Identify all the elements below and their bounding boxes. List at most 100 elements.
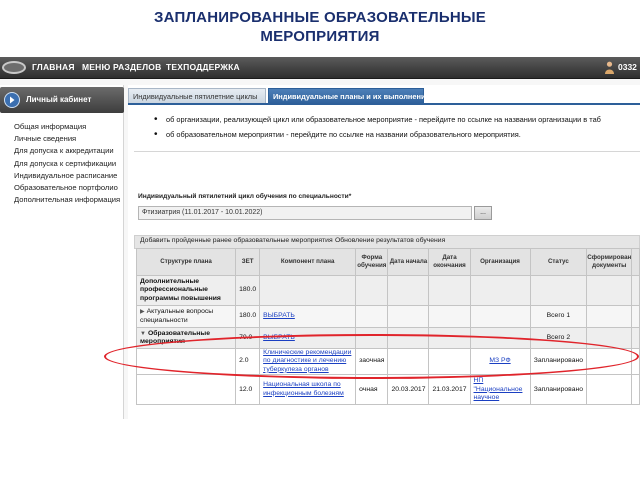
row-structure[interactable]: ▶ Актуальные вопросы специальности — [135, 305, 237, 328]
tab-five-year-cycles[interactable]: Индивидуальные пятилетние циклы — [128, 88, 266, 104]
sidebar-item-schedule[interactable]: Индивидуальное расписание — [14, 170, 120, 182]
slide-title-line-1: ЗАПЛАНИРОВАННЫЕ ОБРАЗОВАТЕЛЬНЫЕ — [154, 9, 486, 26]
personal-cabinet-label: Личный кабинет — [26, 95, 92, 104]
select-link[interactable]: ВЫБРАТЬ — [263, 312, 295, 319]
col-component[interactable]: Компонент плана — [259, 248, 357, 276]
row-start: 20.03.2017 — [387, 374, 430, 406]
table-header-row: Структуре плана ЗЕТ Компонент плана Форм… — [135, 248, 640, 276]
col-extra — [631, 248, 640, 276]
row-structure — [135, 347, 237, 376]
col-documents[interactable]: Сформирован документы — [586, 248, 633, 276]
row-zet: 180.0 — [235, 305, 261, 328]
row-start — [387, 275, 430, 306]
row-org: НП "Национальное научное — [469, 374, 531, 406]
sidebar-item-certification[interactable]: Для допуска к сертификации — [14, 158, 120, 170]
row-end — [428, 305, 471, 328]
divider — [134, 151, 640, 152]
row-extra — [631, 305, 640, 328]
tab-individual-plans[interactable]: Индивидуальные планы и их выполнение — [268, 88, 430, 104]
collapse-triangle-icon[interactable]: ▼ — [140, 331, 146, 337]
subtab-update-results[interactable]: Обновление результатов обучения — [335, 237, 445, 244]
portal-logo-icon[interactable] — [2, 61, 26, 74]
row-docs — [586, 275, 633, 306]
user-code[interactable]: 0332 — [618, 62, 637, 72]
sidebar-item-general-info[interactable]: Общая информация — [14, 121, 120, 133]
table-row: ▼ Образовательные мероприятия 70.0 ВЫБРАТ… — [135, 327, 640, 349]
row-structure[interactable]: ▼ Образовательные мероприятия — [135, 327, 237, 349]
row-structure-text: Образовательные мероприятия — [140, 329, 210, 345]
row-zet: 12.0 — [235, 374, 261, 406]
row-org: МЗ РФ — [469, 347, 531, 376]
row-docs — [586, 347, 633, 376]
row-start — [387, 305, 430, 328]
row-form: заочная — [355, 347, 389, 376]
subtab-add-past-events[interactable]: Добавить пройденные ранее образовательны… — [140, 237, 333, 244]
row-zet: 2.0 — [235, 347, 261, 376]
table-row: 12.0 Национальная школа по инфекционным … — [135, 374, 640, 406]
plan-select[interactable]: Фтизиатрия (11.01.2017 - 10.01.2022) — [138, 206, 472, 220]
row-extra — [631, 347, 640, 376]
row-start — [387, 327, 430, 349]
event-link[interactable]: Национальная школа по инфекционным болез… — [263, 381, 344, 396]
col-organization[interactable]: Организация — [469, 248, 531, 276]
row-status: Всего 2 — [529, 327, 588, 349]
sidebar-item-additional-info[interactable]: Дополнительная информация — [14, 194, 120, 206]
slide-title: ЗАПЛАНИРОВАННЫЕ ОБРАЗОВАТЕЛЬНЫЕ МЕРОПРИЯ… — [0, 8, 640, 46]
row-status: Всего 1 — [529, 305, 588, 328]
col-status[interactable]: Статус — [529, 248, 588, 276]
col-start-date[interactable]: Дата начала — [387, 248, 430, 276]
row-status: Запланировано — [529, 374, 588, 406]
organization-link[interactable]: НП "Национальное научное — [474, 377, 523, 401]
col-structure[interactable]: Структуре плана — [135, 248, 237, 276]
row-form: очная — [355, 374, 389, 406]
sidebar-menu: Общая информация Личные сведения Для доп… — [14, 121, 120, 206]
col-form[interactable]: Форма обучения — [355, 248, 389, 276]
plan-table: Структуре плана ЗЕТ Компонент плана Форм… — [135, 248, 640, 406]
slide-title-line-2: МЕРОПРИЯТИЯ — [260, 28, 380, 45]
row-end: 21.03.2017 — [428, 374, 471, 406]
row-form — [355, 275, 389, 306]
row-start — [387, 347, 430, 376]
row-extra — [631, 327, 640, 349]
expand-triangle-icon[interactable]: ▶ — [140, 309, 145, 315]
portal-screenshot: ГЛАВНАЯ МЕНЮ РАЗДЕЛОВ ТЕХПОДДЕРЖКА 0332 … — [0, 57, 640, 419]
row-structure: Дополнительные профессиональные программ… — [135, 275, 237, 306]
table-row: Дополнительные профессиональные программ… — [135, 275, 640, 306]
row-status — [529, 275, 588, 306]
plan-browse-button[interactable]: ... — [474, 206, 492, 220]
row-end — [428, 327, 471, 349]
row-component: ВЫБРАТЬ — [259, 327, 357, 349]
row-structure-text: Актуальные вопросы специальности — [140, 308, 214, 324]
sidebar-item-accreditation[interactable]: Для допуска к аккредитации — [14, 145, 120, 157]
row-structure — [135, 374, 237, 406]
col-zet[interactable]: ЗЕТ — [235, 248, 261, 276]
user-icon[interactable] — [605, 61, 614, 74]
table-row: 2.0 Клинические рекомендации по диагност… — [135, 347, 640, 376]
info-bullet-organization: об организации, реализующей цикл или обр… — [154, 112, 601, 127]
row-docs — [586, 327, 633, 349]
row-form — [355, 305, 389, 328]
event-link[interactable]: Клинические рекомендации по диагностике … — [263, 350, 351, 373]
sidebar: Личный кабинет Общая информация Личные с… — [0, 85, 124, 419]
nav-support[interactable]: ТЕХПОДДЕРЖКА — [166, 62, 240, 72]
row-zet: 180.0 — [235, 275, 261, 306]
row-org — [469, 327, 531, 349]
sidebar-item-personal-data[interactable]: Личные сведения — [14, 133, 120, 145]
col-end-date[interactable]: Дата окончания — [428, 248, 471, 276]
nav-home[interactable]: ГЛАВНАЯ — [32, 62, 75, 72]
nav-sections-menu[interactable]: МЕНЮ РАЗДЕЛОВ — [82, 62, 161, 72]
table-row: ▶ Актуальные вопросы специальности 180.0 … — [135, 305, 640, 328]
organization-link[interactable]: МЗ РФ — [489, 357, 510, 364]
row-org — [469, 305, 531, 328]
sidebar-item-portfolio[interactable]: Образовательное портфолио — [14, 182, 120, 194]
row-form — [355, 327, 389, 349]
select-link[interactable]: ВЫБРАТЬ — [263, 334, 295, 341]
tab-underline — [128, 103, 640, 105]
row-zet: 70.0 — [235, 327, 261, 349]
row-component — [259, 275, 357, 306]
main-content: Индивидуальные пятилетние циклы Индивиду… — [128, 85, 640, 419]
row-docs — [586, 374, 633, 406]
personal-cabinet-header[interactable]: Личный кабинет — [0, 87, 124, 113]
row-extra — [631, 374, 640, 406]
row-component: ВЫБРАТЬ — [259, 305, 357, 328]
